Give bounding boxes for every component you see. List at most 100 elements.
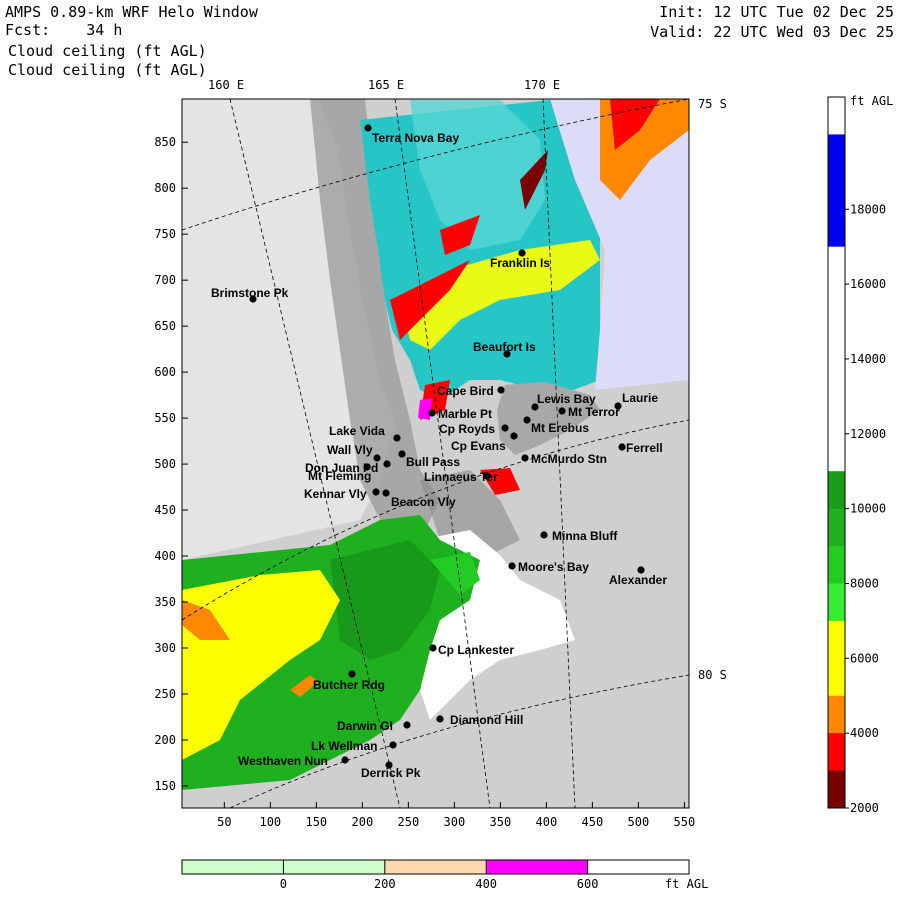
place-dot xyxy=(429,644,437,652)
place-dot xyxy=(508,562,516,570)
x-tick-label: 50 xyxy=(217,815,231,829)
bottom-bar-label: 0 xyxy=(280,877,287,891)
place-dot xyxy=(497,386,505,394)
place-label: Lake Vida xyxy=(329,424,385,438)
colorbar-bin xyxy=(828,97,845,135)
colorbar-bin xyxy=(828,433,845,472)
colorbar-bin xyxy=(828,246,845,285)
x-tick-label: 450 xyxy=(582,815,604,829)
y-tick-label: 300 xyxy=(154,641,176,655)
place-dot xyxy=(393,434,401,442)
colorbar-label: 14000 xyxy=(850,352,886,366)
colorbar-label: 6000 xyxy=(850,651,879,665)
place-label: Mt Erebus xyxy=(531,421,589,435)
place-label: McMurdo Stn xyxy=(531,452,607,466)
place-dot xyxy=(501,424,509,432)
bottom-bar-bin xyxy=(182,860,284,874)
place-label: Marble Pt xyxy=(438,407,492,421)
y-tick-label: 400 xyxy=(154,549,176,563)
place-dot xyxy=(403,721,411,729)
x-tick-label: 500 xyxy=(628,815,650,829)
place-label: Darwin Gl xyxy=(337,719,393,733)
colorbar-bin xyxy=(828,134,845,173)
place-label: Franklin Is xyxy=(490,256,550,270)
place-dot xyxy=(348,670,356,678)
colorbar-bin xyxy=(828,321,845,360)
colorbar-label: 10000 xyxy=(850,502,886,516)
colorbar-label: 8000 xyxy=(850,576,879,590)
y-tick-label: 200 xyxy=(154,733,176,747)
place-label: Butcher Rdg xyxy=(313,678,385,692)
bottom-bar-unit: ft AGL xyxy=(665,877,708,891)
y-tick-label: 700 xyxy=(154,273,176,287)
lon-label-170e: 170 E xyxy=(524,78,560,92)
bottom-bar-label: 600 xyxy=(577,877,599,891)
bottom-bar-label: 400 xyxy=(475,877,497,891)
place-dot xyxy=(428,409,436,417)
ceiling-magenta-patch xyxy=(418,398,432,420)
place-dot xyxy=(398,450,406,458)
colorbar-bin xyxy=(828,358,845,397)
place-dot xyxy=(383,460,391,468)
place-label: Kennar Vly xyxy=(304,487,367,501)
place-label: Lk Wellman xyxy=(311,739,377,753)
colorbar-bin xyxy=(828,546,845,584)
right-colorbar: ft AGL 18000 16000 14000 12000 10000 8000 6000… xyxy=(827,94,893,815)
x-tick-label: 400 xyxy=(536,815,558,829)
place-dot xyxy=(523,416,531,424)
bottom-bar-bins xyxy=(182,860,690,874)
place-dot xyxy=(618,443,626,451)
x-tick-label: 250 xyxy=(398,815,420,829)
place-dot xyxy=(372,488,380,496)
place-label: Wall Vly xyxy=(327,443,373,457)
colorbar-bin xyxy=(828,508,845,547)
bottom-bar-label: 200 xyxy=(374,877,396,891)
x-tick-label: 300 xyxy=(444,815,466,829)
place-label: Mt Terror xyxy=(568,405,620,419)
place-dot xyxy=(540,531,548,539)
colorbar-bin xyxy=(828,770,845,809)
lat-label-75s: 75 S xyxy=(698,97,727,111)
y-axis: 850 800 750 700 650 600 550 500 450 400 350 300 250 2… xyxy=(154,135,188,793)
bottom-colorbar: 0 200 400 600 ft AGL xyxy=(181,859,708,891)
x-tick-label: 100 xyxy=(259,815,281,829)
colorbar-label: 4000 xyxy=(850,726,879,740)
colorbar-label: 16000 xyxy=(850,277,886,291)
colorbar-label: 12000 xyxy=(850,427,886,441)
x-tick-label: 350 xyxy=(490,815,512,829)
map-figure: 160 E 165 E 170 E 75 S 80 S 50 100 150 200 2… xyxy=(154,78,893,891)
place-dot xyxy=(558,407,566,415)
y-tick-label: 250 xyxy=(154,687,176,701)
colorbar-bin xyxy=(828,171,845,210)
place-dot xyxy=(389,741,397,749)
place-label: Minna Bluff xyxy=(552,529,618,543)
place-label: Alexander xyxy=(609,573,667,587)
place-dot xyxy=(436,715,444,723)
y-tick-label: 650 xyxy=(154,319,176,333)
lon-label-165e: 165 E xyxy=(368,78,404,92)
y-tick-label: 850 xyxy=(154,135,176,149)
colorbar-bins xyxy=(828,97,845,809)
bottom-bar-bin xyxy=(283,860,386,874)
colorbar-bin xyxy=(828,209,845,248)
place-dot xyxy=(341,756,349,764)
y-tick-label: 350 xyxy=(154,595,176,609)
place-label: Laurie xyxy=(622,391,658,405)
place-label: Diamond Hill xyxy=(450,713,523,727)
bottom-bar-bin xyxy=(384,860,487,874)
colorbar-bin xyxy=(828,695,845,734)
x-tick-label: 200 xyxy=(352,815,374,829)
y-tick-label: 500 xyxy=(154,457,176,471)
bottom-bar-bin xyxy=(486,860,589,874)
place-label: Cp Evans xyxy=(451,439,506,453)
y-tick-label: 750 xyxy=(154,227,176,241)
place-label: Mt Fleming xyxy=(308,469,371,483)
place-label: Terra Nova Bay xyxy=(372,131,459,145)
place-label: Cape Bird xyxy=(437,384,494,398)
colorbar-bin xyxy=(828,658,845,697)
colorbar-bin xyxy=(828,583,845,622)
bottom-bar-bin xyxy=(587,860,690,874)
x-tick-label: 550 xyxy=(674,815,696,829)
colorbar-bin xyxy=(828,471,845,510)
place-dot xyxy=(382,489,390,497)
